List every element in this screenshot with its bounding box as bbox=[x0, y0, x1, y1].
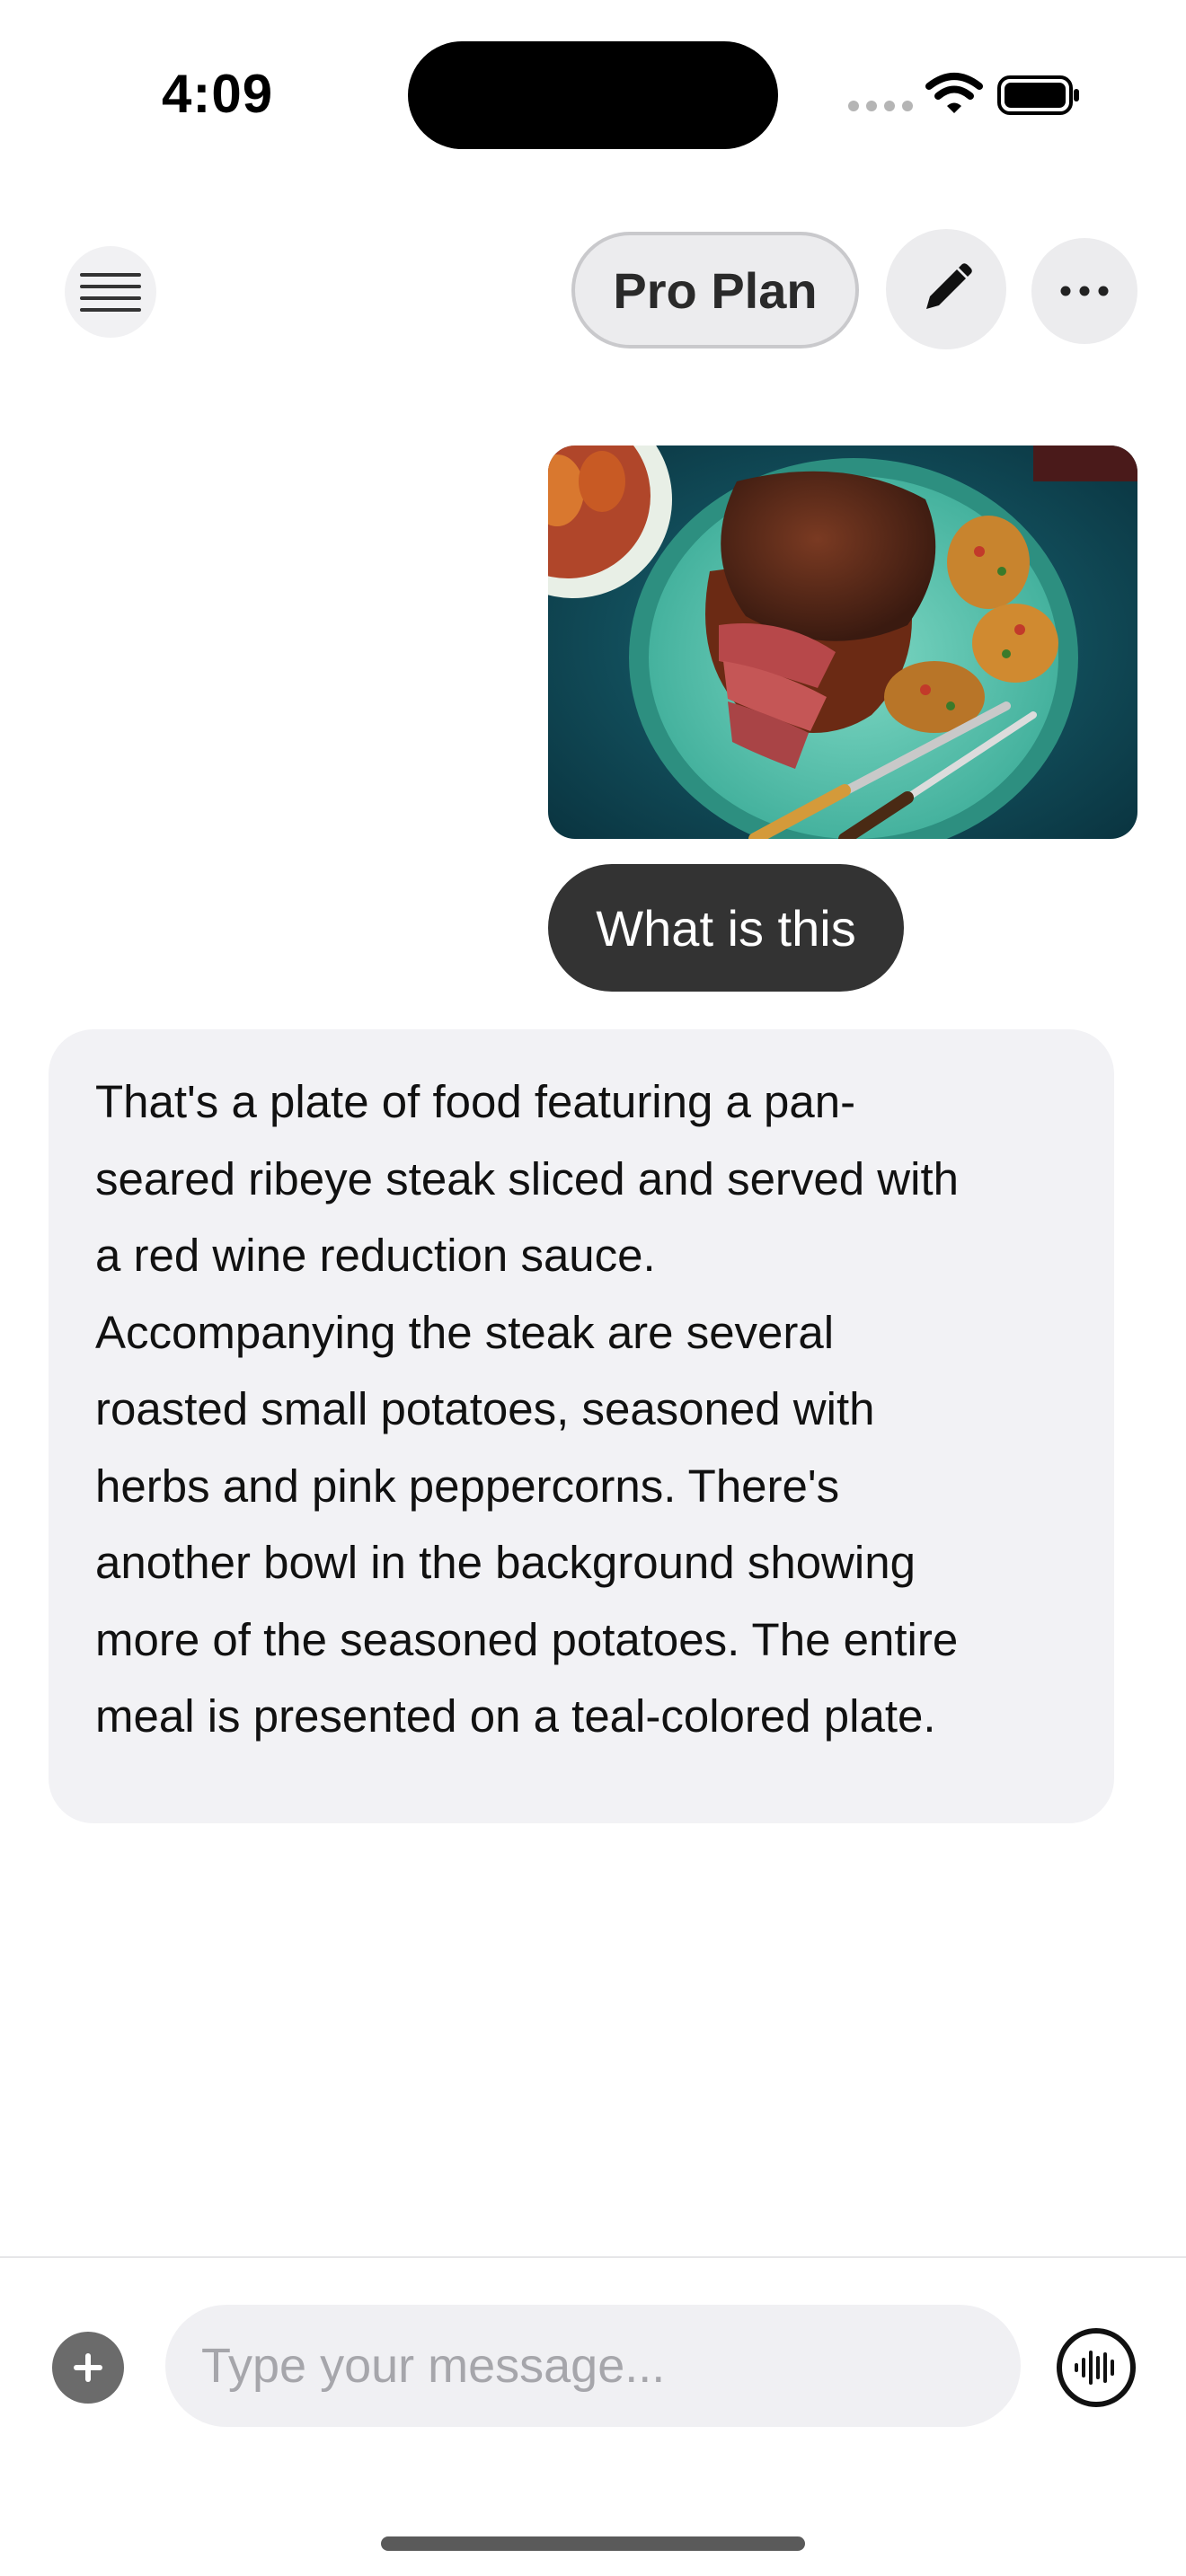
assistant-message-text: That's a plate of food featuring a pan- … bbox=[95, 1076, 960, 1742]
pro-plan-button[interactable]: Pro Plan bbox=[571, 232, 859, 348]
composer-divider bbox=[0, 2256, 1186, 2258]
new-chat-button[interactable] bbox=[886, 229, 1006, 349]
message-input[interactable] bbox=[165, 2305, 1021, 2427]
assistant-message-bubble[interactable]: That's a plate of food featuring a pan- … bbox=[49, 1029, 1114, 1823]
user-attached-photo[interactable] bbox=[548, 446, 1137, 839]
chat-screen: 4:09 Pro Plan What is this That's a plat… bbox=[0, 0, 1186, 2576]
voice-waveform-icon bbox=[1075, 2351, 1114, 2385]
menu-button[interactable] bbox=[65, 246, 156, 338]
hamburger-menu-icon bbox=[80, 273, 141, 312]
user-message-bubble[interactable]: What is this bbox=[548, 864, 904, 992]
plus-icon bbox=[74, 2353, 102, 2382]
food-photo bbox=[548, 446, 1137, 839]
add-attachment-button[interactable] bbox=[52, 2332, 124, 2404]
dynamic-island bbox=[408, 41, 778, 149]
voice-input-button[interactable] bbox=[1057, 2328, 1136, 2407]
ellipsis-icon bbox=[1060, 286, 1109, 296]
user-message-text: What is this bbox=[596, 899, 856, 957]
home-indicator[interactable] bbox=[381, 2536, 805, 2551]
cellular-signal-icon bbox=[848, 101, 913, 111]
wifi-icon bbox=[925, 73, 983, 113]
pro-plan-label: Pro Plan bbox=[613, 261, 818, 319]
status-time: 4:09 bbox=[162, 64, 274, 124]
more-options-button[interactable] bbox=[1031, 238, 1137, 344]
battery-icon bbox=[997, 75, 1079, 115]
pencil-icon bbox=[926, 263, 972, 309]
